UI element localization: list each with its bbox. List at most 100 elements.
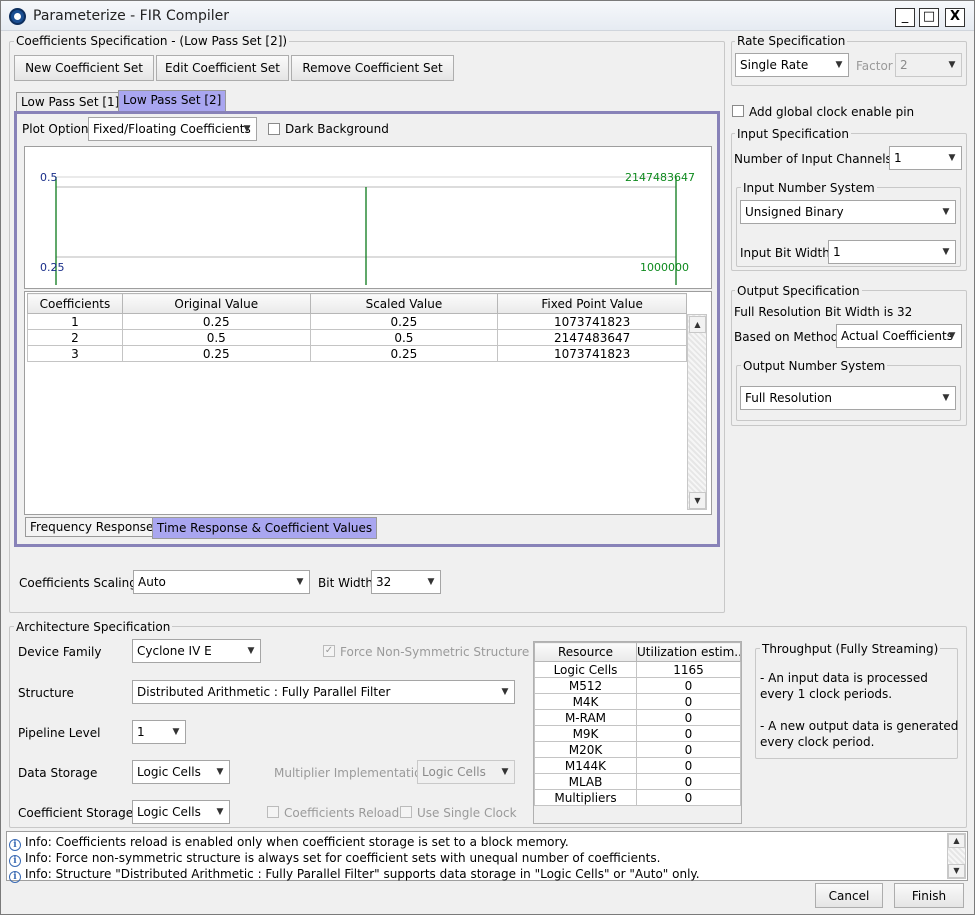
app-icon <box>9 8 26 25</box>
resource-name: M9K <box>534 725 637 742</box>
info-message: i Info: Coefficients reload is enabled on… <box>9 835 939 851</box>
based-on-method-value: Actual Coefficients <box>841 329 953 343</box>
scroll-down-icon[interactable]: ▼ <box>689 492 706 509</box>
tab-low-pass-set-1[interactable]: Low Pass Set [1] <box>16 92 125 112</box>
table-row: M9K 0 <box>534 725 741 742</box>
coefficients-scaling-select[interactable]: Auto ▼ <box>133 570 310 594</box>
scroll-down-icon[interactable]: ▼ <box>948 864 965 878</box>
cell-original-value[interactable]: 0.25 <box>121 313 311 330</box>
coefficients-scaling-value: Auto <box>138 575 166 589</box>
maximize-button[interactable]: □ <box>919 8 939 27</box>
close-button[interactable]: X <box>945 8 965 27</box>
edit-coefficient-set-button[interactable]: Edit Coefficient Set <box>156 55 289 81</box>
col-original-value[interactable]: Original Value <box>121 293 311 314</box>
multiplier-implementation-label: Multiplier Implementation <box>274 766 430 780</box>
table-row: M-RAM 0 <box>534 709 741 726</box>
table-row[interactable]: 3 0.25 0.25 1073741823 <box>27 345 687 362</box>
finish-button[interactable]: Finish <box>894 883 964 908</box>
input-channels-select[interactable]: 1 ▼ <box>889 146 962 170</box>
table-row: M144K 0 <box>534 757 741 774</box>
resource-value: 0 <box>636 709 741 726</box>
table-row: M20K 0 <box>534 741 741 758</box>
chevron-down-icon: ▼ <box>948 153 956 163</box>
fir-compiler-window: Parameterize - FIR Compiler _ □ X Coeffi… <box>0 0 975 915</box>
chevron-down-icon: ▼ <box>427 577 435 587</box>
chevron-down-icon: ▼ <box>172 727 180 737</box>
resource-name: M20K <box>534 741 637 758</box>
col-utilization[interactable]: Utilization estim... <box>636 642 741 662</box>
structure-select[interactable]: Distributed Arithmetic : Fully Parallel … <box>132 680 515 704</box>
minimize-button[interactable]: _ <box>895 8 915 27</box>
cell-fixed-point-value: 1073741823 <box>497 313 687 330</box>
data-storage-select[interactable]: Logic Cells ▼ <box>132 760 230 784</box>
dark-background-checkbox[interactable] <box>268 123 280 135</box>
input-bit-width-select[interactable]: 1 ▼ <box>828 240 956 264</box>
table-row: M512 0 <box>534 677 741 694</box>
plot-svg: 0.5 0.25 2147483647 1000000 <box>40 171 695 285</box>
tab-time-response[interactable]: Time Response & Coefficient Values <box>152 517 378 539</box>
output-number-system-value: Full Resolution <box>745 391 833 405</box>
cell-fixed-point-value: 2147483647 <box>497 329 687 346</box>
remove-coefficient-set-button[interactable]: Remove Coefficient Set <box>291 55 454 81</box>
resource-name: Multipliers <box>534 789 637 806</box>
info-message-text: Info: Force non-symmetric structure is a… <box>25 851 661 865</box>
device-family-label: Device Family <box>18 645 102 659</box>
cell-scaled-value: 0.25 <box>309 345 499 362</box>
bit-width-label: Bit Width <box>318 576 373 590</box>
coefficient-storage-value: Logic Cells <box>137 805 201 819</box>
input-bit-width-label: Input Bit Width <box>740 246 830 260</box>
table-row[interactable]: 2 0.5 0.5 2147483647 <box>27 329 687 346</box>
plot-right-bottom-label: 1000000 <box>640 261 689 274</box>
coefficients-reload-label: Coefficients Reload <box>284 806 400 820</box>
table-row[interactable]: 1 0.25 0.25 1073741823 <box>27 313 687 330</box>
table-row: Multipliers 0 <box>534 789 741 806</box>
scroll-up-icon[interactable]: ▲ <box>689 316 706 333</box>
based-on-method-select[interactable]: Actual Coefficients ▼ <box>836 324 962 348</box>
plot-option-value: Fixed/Floating Coefficients <box>93 122 251 136</box>
input-channels-value: 1 <box>894 151 902 165</box>
tab-frequency-response[interactable]: Frequency Response <box>25 517 159 537</box>
plot-right-top-label: 2147483647 <box>625 171 695 184</box>
col-scaled-value[interactable]: Scaled Value <box>309 293 499 314</box>
bit-width-select[interactable]: 32 ▼ <box>371 570 441 594</box>
info-icon: i <box>9 855 21 867</box>
new-coefficient-set-button[interactable]: New Coefficient Set <box>14 55 154 81</box>
cell-original-value[interactable]: 0.5 <box>121 329 311 346</box>
data-storage-label: Data Storage <box>18 766 98 780</box>
table-row: MLAB 0 <box>534 773 741 790</box>
resource-value: 0 <box>636 693 741 710</box>
input-number-system-select[interactable]: Unsigned Binary ▼ <box>740 200 956 224</box>
coefficient-storage-label: Coefficient Storage <box>18 806 134 820</box>
cancel-button[interactable]: Cancel <box>815 883 883 908</box>
tab-low-pass-set-2[interactable]: Low Pass Set [2] <box>118 90 227 112</box>
cell-scaled-value: 0.25 <box>309 313 499 330</box>
output-number-system-select[interactable]: Full Resolution ▼ <box>740 386 956 410</box>
coefficient-storage-select[interactable]: Logic Cells ▼ <box>132 800 230 824</box>
coefficients-table: Coefficients Original Value Scaled Value… <box>27 293 687 362</box>
chevron-down-icon: ▼ <box>216 767 224 777</box>
col-resource[interactable]: Resource <box>534 642 637 662</box>
info-icon: i <box>9 871 21 883</box>
cell-original-value[interactable]: 0.25 <box>121 345 311 362</box>
table-scrollbar[interactable] <box>687 314 707 510</box>
plot-option-select[interactable]: Fixed/Floating Coefficients ▼ <box>88 117 257 141</box>
device-family-select[interactable]: Cyclone IV E ▼ <box>132 639 261 663</box>
throughput-line-3: - A new output data is generated <box>760 719 959 733</box>
resource-value: 0 <box>636 725 741 742</box>
multiplier-implementation-value: Logic Cells <box>422 765 486 779</box>
window-title: Parameterize - FIR Compiler <box>33 8 230 24</box>
global-clock-enable-checkbox[interactable] <box>732 105 744 117</box>
structure-label: Structure <box>18 686 74 700</box>
col-coefficients[interactable]: Coefficients <box>27 293 123 314</box>
chevron-down-icon: ▼ <box>942 247 950 257</box>
chevron-down-icon: ▼ <box>942 207 950 217</box>
cell-coefficient: 3 <box>27 345 123 362</box>
rate-select[interactable]: Single Rate ▼ <box>735 53 849 77</box>
col-fixed-point-value[interactable]: Fixed Point Value <box>497 293 687 314</box>
resource-name: M512 <box>534 677 637 694</box>
full-resolution-text: Full Resolution Bit Width is 32 <box>734 305 913 319</box>
pipeline-level-select[interactable]: 1 ▼ <box>132 720 186 744</box>
coefficients-reload-checkbox <box>267 806 279 818</box>
dark-background-label: Dark Background <box>285 122 389 136</box>
scroll-up-icon[interactable]: ▲ <box>948 834 965 848</box>
